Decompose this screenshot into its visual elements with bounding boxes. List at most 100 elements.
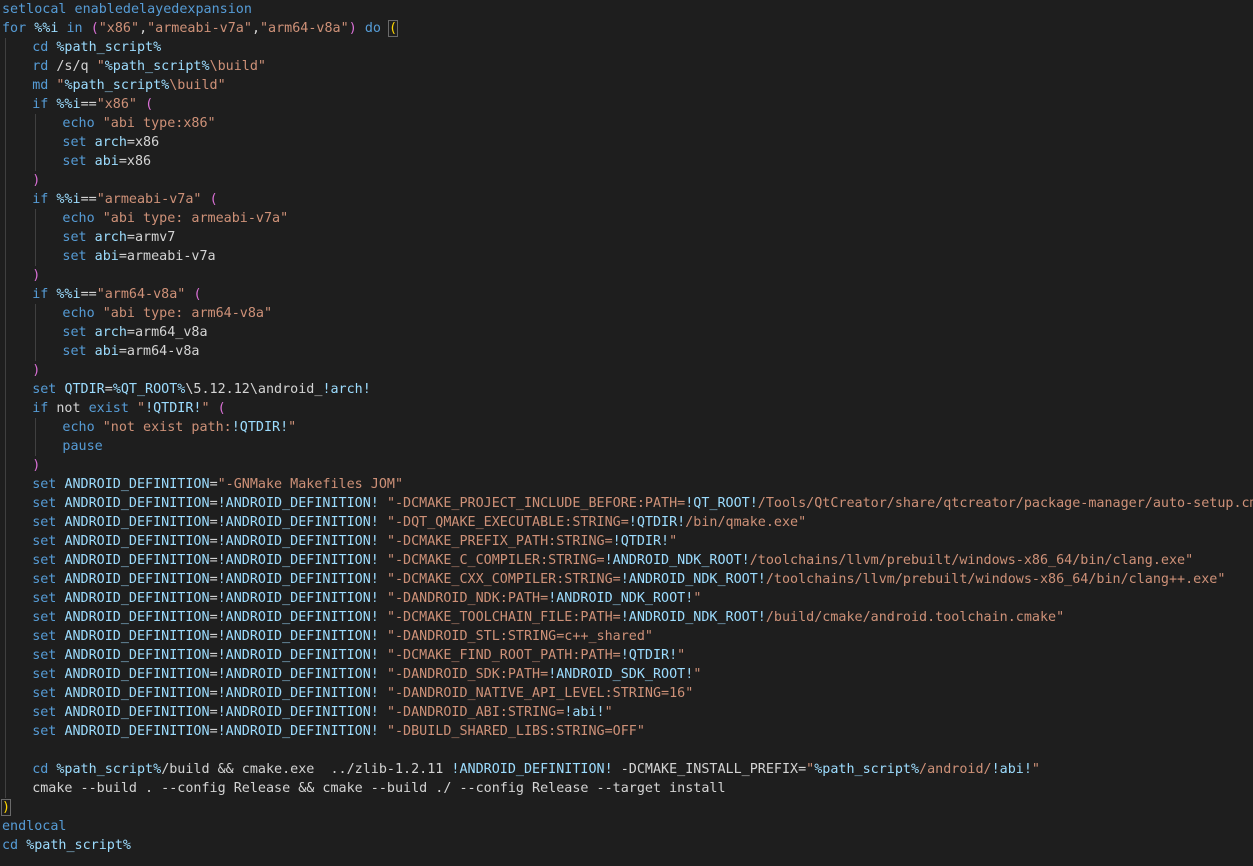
code-line[interactable]: setlocal enabledelayedexpansion bbox=[2, 0, 252, 19]
code-token: %path_script% bbox=[814, 762, 920, 777]
code-token: == bbox=[80, 287, 97, 302]
code-line[interactable]: set ANDROID_DEFINITION=!ANDROID_DEFINITI… bbox=[32, 532, 677, 551]
code-token: set bbox=[62, 230, 87, 245]
code-line[interactable]: set ANDROID_DEFINITION=!ANDROID_DEFINITI… bbox=[32, 665, 701, 684]
code-line[interactable]: ) bbox=[32, 171, 40, 190]
code-line[interactable]: set arch=x86 bbox=[62, 133, 159, 152]
code-line[interactable]: cd %path_script%/build && cmake.exe ../z… bbox=[32, 760, 1040, 779]
code-line[interactable]: set arch=arm64_v8a bbox=[62, 323, 207, 342]
code-token: =armeabi-v7a bbox=[118, 249, 216, 264]
code-line[interactable]: echo "not exist path:!QTDIR!" bbox=[62, 418, 296, 437]
code-token: ANDROID_DEFINITION bbox=[64, 648, 210, 663]
code-token: !ANDROID_DEFINITION! bbox=[217, 667, 379, 682]
code-line[interactable]: cd %path_script% bbox=[32, 38, 161, 57]
code-token: ANDROID_DEFINITION bbox=[64, 534, 210, 549]
code-token: !ANDROID_DEFINITION! bbox=[217, 629, 379, 644]
code-line[interactable]: ) bbox=[0, 798, 12, 817]
code-token: set bbox=[32, 382, 57, 397]
code-line[interactable]: pause bbox=[62, 437, 102, 456]
code-line[interactable]: set QTDIR=%QT_ROOT%\5.12.12\android_!arc… bbox=[32, 380, 371, 399]
code-line[interactable]: cmake --build . --config Release && cmak… bbox=[32, 779, 725, 798]
code-token: /s/q bbox=[48, 59, 97, 74]
code-line[interactable]: rd /s/q "%path_script%\build" bbox=[32, 57, 266, 76]
code-line[interactable]: md "%path_script%\build" bbox=[32, 76, 226, 95]
code-line[interactable]: if not exist "!QTDIR!" ( bbox=[32, 399, 226, 418]
code-line[interactable]: echo "abi type: arm64-v8a" bbox=[62, 304, 272, 323]
code-token: rd bbox=[32, 59, 49, 74]
code-token: set bbox=[32, 477, 57, 492]
code-line[interactable]: set ANDROID_DEFINITION=!ANDROID_DEFINITI… bbox=[32, 627, 653, 646]
code-line[interactable]: set ANDROID_DEFINITION=!ANDROID_DEFINITI… bbox=[32, 646, 685, 665]
code-token: cd bbox=[32, 40, 49, 55]
code-line[interactable]: if %%i=="armeabi-v7a" ( bbox=[32, 190, 217, 209]
code-token: if bbox=[32, 97, 49, 112]
code-token: "-DANDROID_NATIVE_API_LEVEL:STRING=16" bbox=[386, 686, 694, 701]
code-token: == bbox=[80, 97, 97, 112]
code-token: "-DANDROID_STL:STRING=c++_shared" bbox=[386, 629, 653, 644]
code-token: ANDROID_DEFINITION bbox=[64, 515, 210, 530]
code-token: !ANDROID_NDK_ROOT! bbox=[620, 610, 766, 625]
code-line[interactable]: set ANDROID_DEFINITION=!ANDROID_DEFINITI… bbox=[32, 551, 1193, 570]
code-line[interactable]: set ANDROID_DEFINITION=!ANDROID_DEFINITI… bbox=[32, 703, 613, 722]
code-token: == bbox=[80, 192, 97, 207]
code-line[interactable]: ) bbox=[32, 361, 40, 380]
code-line[interactable]: echo "abi type: armeabi-v7a" bbox=[62, 209, 288, 228]
code-token: !QTDIR! bbox=[628, 515, 686, 530]
code-token: set bbox=[32, 629, 57, 644]
code-token: ANDROID_DEFINITION bbox=[64, 496, 210, 511]
code-token: ( bbox=[90, 21, 99, 36]
code-line[interactable]: cd %path_script% bbox=[2, 836, 131, 855]
code-token: ( bbox=[387, 20, 399, 37]
code-token: !arch! bbox=[322, 382, 371, 397]
code-token: ) bbox=[32, 363, 41, 378]
code-token: !QTDIR! bbox=[145, 401, 202, 416]
code-line[interactable]: set abi=x86 bbox=[62, 152, 151, 171]
code-line[interactable]: set abi=arm64-v8a bbox=[62, 342, 199, 361]
code-token: set bbox=[32, 572, 57, 587]
code-editor[interactable]: setlocal enabledelayedexpansion for %%i i… bbox=[0, 0, 1253, 866]
code-token: \build" bbox=[209, 59, 266, 74]
code-line[interactable]: if %%i=="arm64-v8a" ( bbox=[32, 285, 201, 304]
code-line[interactable]: endlocal bbox=[2, 817, 67, 836]
code-token: ( bbox=[193, 287, 202, 302]
code-token: abi bbox=[94, 154, 119, 169]
code-line[interactable]: for %%i in ("x86","armeabi-v7a","arm64-v… bbox=[2, 19, 399, 38]
code-line[interactable]: ) bbox=[32, 456, 40, 475]
code-line[interactable]: echo "abi type:x86" bbox=[62, 114, 215, 133]
code-line[interactable]: set ANDROID_DEFINITION=!ANDROID_DEFINITI… bbox=[32, 494, 1253, 513]
code-token: %path_script% bbox=[104, 59, 210, 74]
code-token: !ANDROID_DEFINITION! bbox=[451, 762, 613, 777]
code-token: = bbox=[209, 705, 218, 720]
code-token: set bbox=[62, 344, 87, 359]
code-token: "armeabi-v7a" bbox=[96, 192, 202, 207]
code-token: set bbox=[32, 553, 57, 568]
code-token: !ANDROID_DEFINITION! bbox=[217, 724, 379, 739]
code-line[interactable]: set arch=armv7 bbox=[62, 228, 175, 247]
code-line[interactable]: set ANDROID_DEFINITION="-GNMake Makefile… bbox=[32, 475, 403, 494]
indent-guide bbox=[35, 114, 37, 171]
code-token: %%i bbox=[56, 192, 81, 207]
code-line[interactable]: set abi=armeabi-v7a bbox=[62, 247, 215, 266]
code-token: "abi type:x86" bbox=[102, 116, 216, 131]
code-token: do bbox=[364, 21, 381, 36]
code-token: QTDIR bbox=[64, 382, 105, 397]
code-token: !ANDROID_DEFINITION! bbox=[217, 534, 379, 549]
code-token: "abi type: arm64-v8a" bbox=[102, 306, 273, 321]
code-line[interactable]: set ANDROID_DEFINITION=!ANDROID_DEFINITI… bbox=[32, 608, 1064, 627]
code-token: =arm64_v8a bbox=[126, 325, 208, 340]
code-line[interactable]: ) bbox=[32, 266, 40, 285]
code-token: !ANDROID_DEFINITION! bbox=[217, 515, 379, 530]
code-line[interactable]: set ANDROID_DEFINITION=!ANDROID_DEFINITI… bbox=[32, 589, 701, 608]
code-line[interactable]: set ANDROID_DEFINITION=!ANDROID_DEFINITI… bbox=[32, 570, 1225, 589]
code-token: " bbox=[137, 401, 146, 416]
code-line[interactable]: if %%i=="x86" ( bbox=[32, 95, 153, 114]
code-line[interactable]: set ANDROID_DEFINITION=!ANDROID_DEFINITI… bbox=[32, 513, 806, 532]
code-line[interactable]: set ANDROID_DEFINITION=!ANDROID_DEFINITI… bbox=[32, 722, 645, 741]
code-line[interactable]: set ANDROID_DEFINITION=!ANDROID_DEFINITI… bbox=[32, 684, 693, 703]
